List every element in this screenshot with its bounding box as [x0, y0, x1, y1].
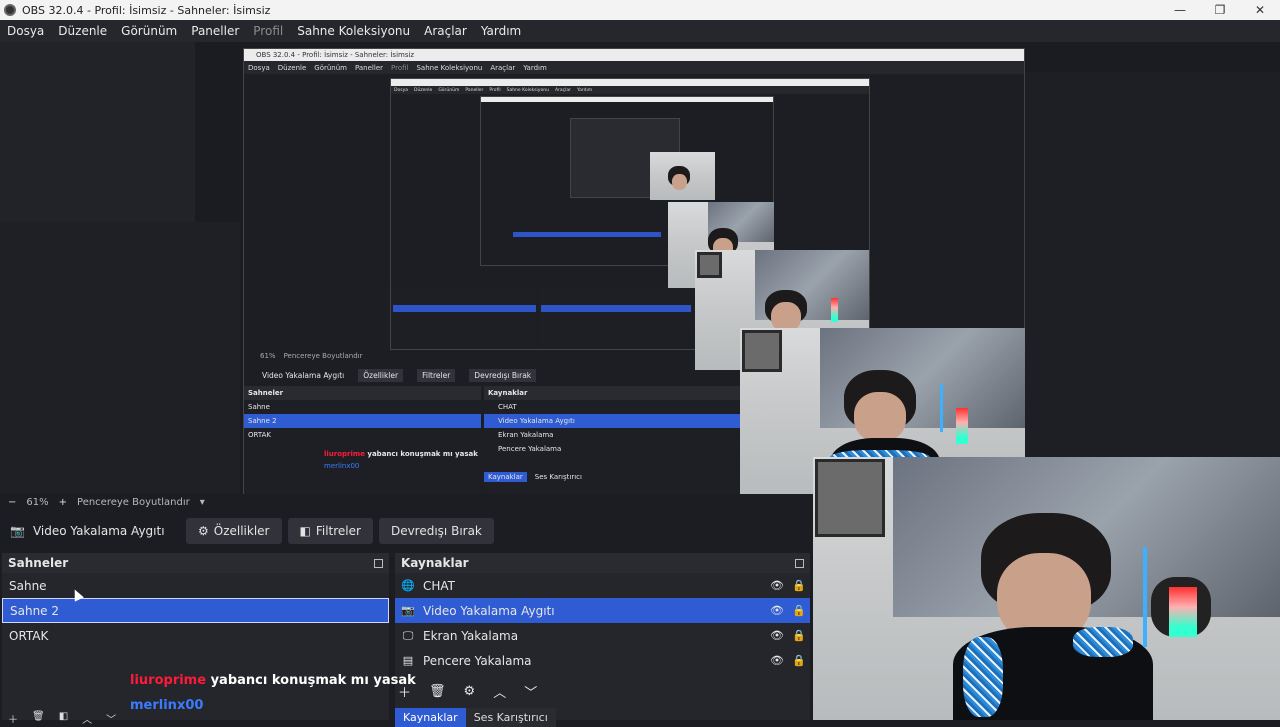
zoom-level: 61% — [26, 496, 49, 508]
deactivate-button[interactable]: Devredışı Bırak — [378, 518, 494, 544]
window-title: OBS 32.0.4 - Profil: İsimsiz - Sahneler:… — [22, 3, 271, 17]
eye-icon[interactable]: 👁 — [766, 629, 788, 642]
obs-logo-icon — [4, 4, 16, 16]
move-down-icon[interactable]: ﹀ — [524, 682, 537, 701]
lock-icon[interactable]: 🔒 — [788, 654, 810, 667]
camera-icon: 📷 — [401, 604, 415, 617]
zoom-in-button[interactable]: + — [59, 497, 67, 508]
scenes-toolbar: ＋ 🗑 ◧ ︿ ﹀ — [8, 711, 116, 726]
remove-source-icon[interactable]: 🗑 — [429, 684, 446, 699]
sources-toolbar: ＋ 🗑 ⚙ ︿ ﹀ — [398, 682, 537, 701]
window-icon: ▤ — [402, 654, 414, 667]
move-up-icon[interactable]: ︿ — [82, 711, 92, 726]
nested-title: OBS 32.0.4 - Profil: İsimsiz - Sahneler:… — [244, 49, 1024, 61]
camera-image-tiny — [650, 152, 715, 200]
selected-source-label: 📷 Video Yakalama Aygıtı — [10, 524, 165, 538]
move-down-icon[interactable]: ﹀ — [106, 711, 116, 726]
wall-picture-frame — [815, 459, 885, 537]
menu-help[interactable]: Yardım — [474, 24, 528, 38]
properties-button[interactable]: ⚙ Özellikler — [186, 518, 282, 544]
close-button[interactable]: ✕ — [1240, 3, 1280, 17]
filter-icon: ◧ — [299, 524, 311, 538]
lock-icon[interactable]: 🔒 — [788, 604, 810, 617]
fit-to-window-label[interactable]: Pencereye Boyutlandır — [77, 497, 190, 508]
zoom-dropdown-icon[interactable]: ▾ — [200, 497, 205, 508]
tab-sources[interactable]: Kaynaklar — [395, 708, 466, 727]
lock-icon[interactable]: 🔒 — [788, 629, 810, 642]
scene-filters-icon[interactable]: ◧ — [59, 711, 68, 726]
menu-tools[interactable]: Araçlar — [417, 24, 474, 38]
menu-scene-collection[interactable]: Sahne Koleksiyonu — [290, 24, 417, 38]
source-item-chat[interactable]: 🌐 CHAT 👁 🔒 — [395, 573, 810, 598]
window-titlebar: OBS 32.0.4 - Profil: İsimsiz - Sahneler:… — [0, 0, 1280, 20]
chat-username: liuroprime — [130, 673, 207, 688]
source-item-display-capture[interactable]: 🖵 Ekran Yakalama 👁 🔒 — [395, 623, 810, 648]
menu-bar: Dosya Düzenle Görünüm Paneller Profil Sa… — [0, 20, 1280, 42]
preview-zoom-bar: − 61% + Pencereye Boyutlandır ▾ — [0, 494, 812, 510]
lock-icon[interactable]: 🔒 — [788, 579, 810, 592]
scenes-dock-title: Sahneler — [8, 556, 69, 570]
globe-icon: 🌐 — [401, 579, 415, 592]
chat-text: yabancı konuşmak mı yasak — [210, 673, 416, 688]
chat-message: liuroprime yabancı konuşmak mı yasak — [130, 673, 416, 688]
undock-icon[interactable] — [374, 558, 383, 568]
menu-view[interactable]: Görünüm — [114, 24, 184, 38]
scene-item[interactable]: Sahne — [2, 573, 389, 598]
eye-icon[interactable]: 👁 — [766, 604, 788, 617]
scenes-dock-header: Sahneler — [2, 553, 389, 573]
add-scene-button[interactable]: ＋ — [8, 711, 18, 726]
sources-dock-title: Kaynaklar — [401, 556, 469, 570]
tab-audio-mixer[interactable]: Ses Karıştırıcı — [465, 708, 556, 727]
menu-edit[interactable]: Düzenle — [51, 24, 114, 38]
source-item-video-capture[interactable]: 📷 Video Yakalama Aygıtı 👁 🔒 — [395, 598, 810, 623]
undock-icon[interactable] — [795, 558, 804, 568]
source-toolbar: 📷 Video Yakalama Aygıtı ⚙ Özellikler ◧ F… — [0, 516, 812, 546]
filters-button[interactable]: ◧ Filtreler — [287, 518, 373, 544]
preview-canvas[interactable]: OBS 32.0.4 - Profil: İsimsiz - Sahneler:… — [0, 42, 1280, 494]
scene-item-selected[interactable]: Sahne 2 — [2, 598, 389, 623]
maximize-button[interactable]: ❐ — [1200, 3, 1240, 17]
menu-profile[interactable]: Profil — [246, 24, 290, 38]
scenes-dock: Sahneler Sahne Sahne 2 ORTAK — [2, 553, 389, 720]
camera-preview — [813, 457, 1280, 720]
menu-docks[interactable]: Paneller — [184, 24, 246, 38]
zoom-out-button[interactable]: − — [8, 497, 16, 508]
dock-tabs: Kaynaklar Ses Karıştırıcı — [395, 708, 556, 727]
source-settings-icon[interactable]: ⚙ — [464, 684, 476, 699]
camera-icon: 📷 — [10, 524, 25, 538]
gear-icon: ⚙ — [198, 524, 209, 538]
chat-username-2: merlinx00 — [130, 698, 204, 713]
scene-item[interactable]: ORTAK — [2, 623, 389, 648]
sources-dock-header: Kaynaklar — [395, 553, 810, 573]
monitor-icon: 🖵 — [402, 628, 414, 642]
eye-icon[interactable]: 👁 — [766, 654, 788, 667]
menu-file[interactable]: Dosya — [0, 24, 51, 38]
source-item-window-capture[interactable]: ▤ Pencere Yakalama 👁 🔒 — [395, 648, 810, 673]
nested-menu: Dosya Düzenle Görünüm Paneller Profil Sa… — [244, 61, 1024, 74]
move-up-icon[interactable]: ︿ — [493, 682, 506, 701]
eye-icon[interactable]: 👁 — [766, 579, 788, 592]
remove-scene-icon[interactable]: 🗑 — [32, 711, 45, 726]
minimize-button[interactable]: — — [1160, 3, 1200, 17]
